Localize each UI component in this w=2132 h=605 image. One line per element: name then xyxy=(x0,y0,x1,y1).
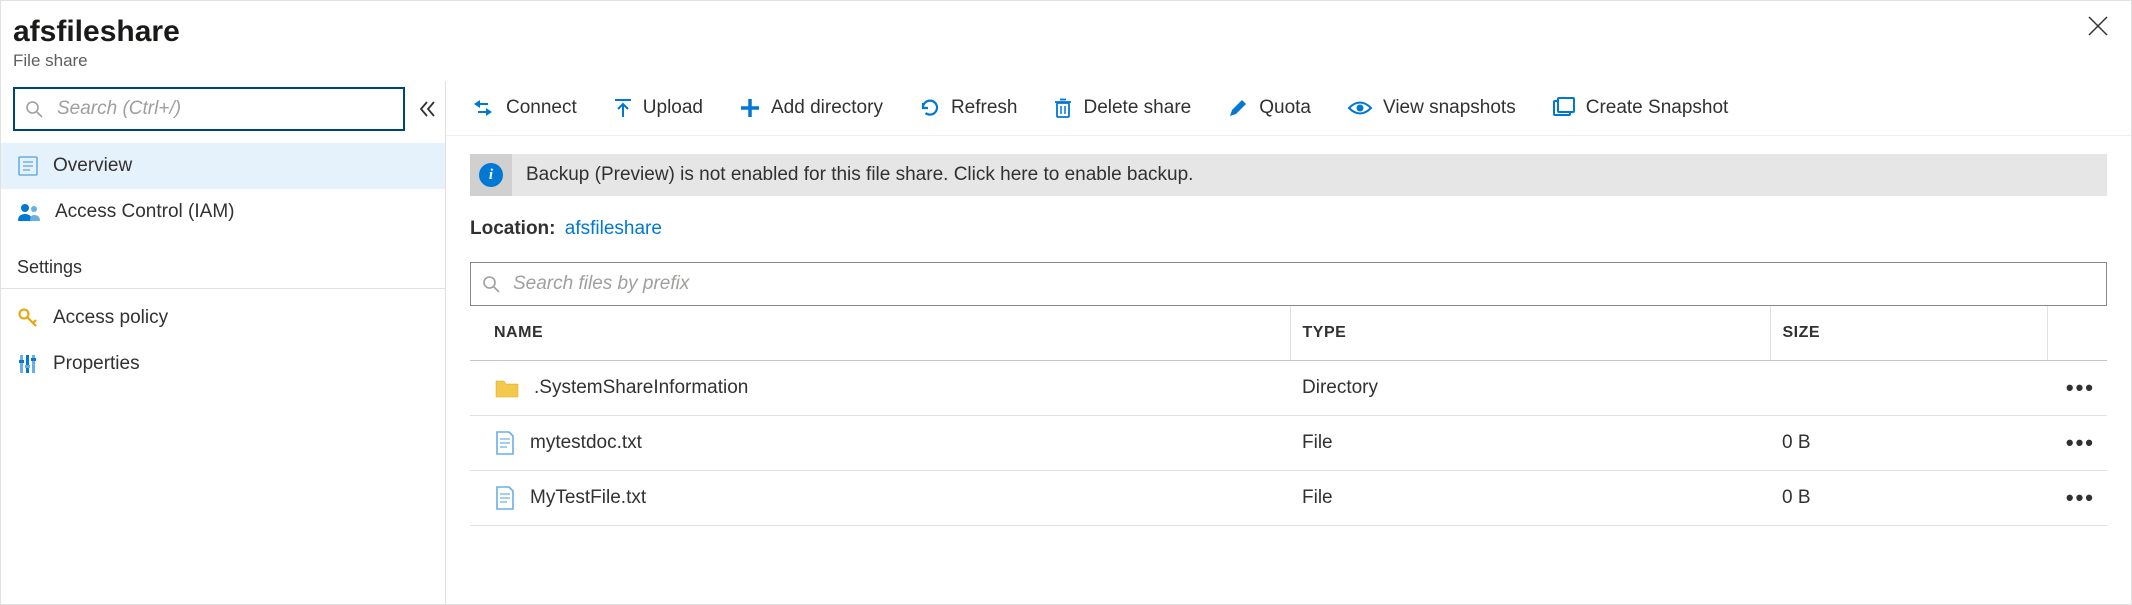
title-bar: afsfileshare File share xyxy=(1,1,2131,81)
sidebar-item-access-policy[interactable]: Access policy xyxy=(1,295,445,341)
quota-button[interactable]: Quota xyxy=(1227,97,1311,119)
toolbar-label: View snapshots xyxy=(1383,97,1516,119)
page-subtitle: File share xyxy=(13,51,180,71)
column-header-name[interactable]: NAME xyxy=(470,306,1290,361)
file-icon xyxy=(494,485,516,511)
add-directory-button[interactable]: Add directory xyxy=(739,97,883,119)
column-header-size[interactable]: SIZE xyxy=(1770,306,2047,361)
table-row[interactable]: mytestdoc.txt File0 B ••• xyxy=(470,416,2107,471)
folder-icon xyxy=(494,377,520,399)
view-snapshots-button[interactable]: View snapshots xyxy=(1347,97,1516,119)
search-icon xyxy=(25,100,43,118)
sidebar-item-label: Access policy xyxy=(53,307,168,329)
toolbar-label: Add directory xyxy=(771,97,883,119)
backup-banner[interactable]: i Backup (Preview) is not enabled for th… xyxy=(470,154,2107,196)
sidebar-item-access-control[interactable]: Access Control (IAM) xyxy=(1,189,445,235)
toolbar-label: Create Snapshot xyxy=(1586,97,1729,119)
upload-button[interactable]: Upload xyxy=(613,97,703,119)
info-icon-badge: i xyxy=(470,154,512,196)
row-context-menu-button[interactable]: ••• xyxy=(2066,430,2095,455)
delete-share-button[interactable]: Delete share xyxy=(1053,97,1191,119)
info-icon: i xyxy=(479,163,503,187)
row-context-menu-button[interactable]: ••• xyxy=(2066,375,2095,400)
column-header-type[interactable]: TYPE xyxy=(1290,306,1770,361)
snapshot-icon xyxy=(1552,97,1576,119)
sidebar-item-properties[interactable]: Properties xyxy=(1,341,445,387)
toolbar-label: Delete share xyxy=(1083,97,1191,119)
overview-icon xyxy=(17,155,39,177)
refresh-icon xyxy=(919,97,941,119)
sidebar-item-label: Overview xyxy=(53,155,132,177)
location-link[interactable]: afsfileshare xyxy=(565,218,662,239)
location-label: Location: xyxy=(470,218,556,239)
toolbar-label: Connect xyxy=(506,97,577,119)
file-search-input[interactable] xyxy=(470,262,2107,306)
connect-button[interactable]: Connect xyxy=(470,97,577,119)
properties-icon xyxy=(17,353,39,375)
eye-icon xyxy=(1347,99,1373,117)
search-icon xyxy=(482,275,500,293)
toolbar-label: Refresh xyxy=(951,97,1018,119)
sidebar-section-settings: Settings xyxy=(1,235,445,289)
table-row[interactable]: MyTestFile.txt File0 B ••• xyxy=(470,471,2107,526)
location-row: Location: afsfileshare xyxy=(446,196,2131,240)
close-button[interactable] xyxy=(2083,15,2113,37)
refresh-button[interactable]: Refresh xyxy=(919,97,1018,119)
create-snapshot-button[interactable]: Create Snapshot xyxy=(1552,97,1729,119)
file-name: MyTestFile.txt xyxy=(530,487,646,509)
file-size xyxy=(1770,361,2047,416)
file-name: .SystemShareInformation xyxy=(534,377,748,399)
sidebar: Overview Access Control (IAM) Settings A… xyxy=(1,81,445,604)
table-row[interactable]: .SystemShareInformation Directory ••• xyxy=(470,361,2107,416)
file-type: File xyxy=(1290,416,1770,471)
file-name: mytestdoc.txt xyxy=(530,432,642,454)
pencil-icon xyxy=(1227,97,1249,119)
file-table: NAME TYPE SIZE .SystemShareInformation Di… xyxy=(470,306,2107,526)
file-type: File xyxy=(1290,471,1770,526)
page-title: afsfileshare xyxy=(13,15,180,49)
row-context-menu-button[interactable]: ••• xyxy=(2066,485,2095,510)
key-icon xyxy=(17,307,39,329)
file-size: 0 B xyxy=(1770,471,2047,526)
plus-icon xyxy=(739,97,761,119)
file-type: Directory xyxy=(1290,361,1770,416)
close-icon xyxy=(2087,15,2109,37)
upload-icon xyxy=(613,97,633,119)
sidebar-item-overview[interactable]: Overview xyxy=(1,143,445,189)
sidebar-search-input[interactable] xyxy=(13,87,405,131)
collapse-sidebar-button[interactable] xyxy=(417,99,437,119)
sidebar-item-label: Access Control (IAM) xyxy=(55,201,234,223)
people-icon xyxy=(17,201,41,223)
banner-text: Backup (Preview) is not enabled for this… xyxy=(526,154,1193,196)
sidebar-item-label: Properties xyxy=(53,353,140,375)
trash-icon xyxy=(1053,97,1073,119)
file-size: 0 B xyxy=(1770,416,2047,471)
main-panel: Connect Upload Add directory xyxy=(445,81,2131,604)
file-icon xyxy=(494,430,516,456)
toolbar-label: Quota xyxy=(1259,97,1311,119)
toolbar: Connect Upload Add directory xyxy=(446,81,2131,136)
chevron-double-left-icon xyxy=(417,99,437,119)
toolbar-label: Upload xyxy=(643,97,703,119)
connect-icon xyxy=(470,98,496,118)
